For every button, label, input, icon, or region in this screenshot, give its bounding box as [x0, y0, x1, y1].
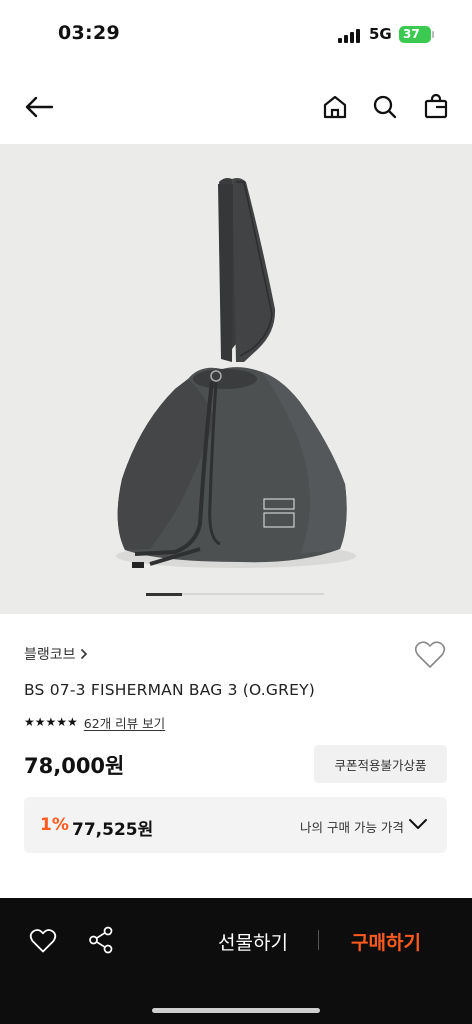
wishlist-heart-icon[interactable]	[414, 640, 446, 670]
carousel-pager-active	[146, 592, 182, 596]
brand-link[interactable]: 블랭코브	[24, 644, 88, 664]
signal-icon	[338, 28, 362, 43]
shopping-bag-icon[interactable]	[419, 90, 453, 124]
share-icon[interactable]	[88, 926, 114, 954]
product-name: BS 07-3 FISHERMAN BAG 3 (O.GREY)	[24, 681, 316, 699]
status-bar: 03:29 5G 37	[0, 0, 472, 70]
rating-row: ★★★★★ 62개 리뷰 보기	[24, 713, 165, 732]
bag-photo	[116, 178, 356, 568]
status-time: 03:29	[58, 22, 120, 44]
heart-icon[interactable]	[29, 928, 57, 954]
product-price: 78,000원	[24, 754, 125, 778]
coupon-badge: 쿠폰적용불가상품	[314, 745, 447, 783]
battery-cap	[432, 31, 434, 38]
bottom-action-bar: 선물하기 구매하기	[0, 898, 472, 1024]
buy-button[interactable]: 구매하기	[336, 926, 436, 956]
gift-button[interactable]: 선물하기	[203, 926, 303, 956]
discount-price: 77,525원	[72, 820, 154, 840]
back-arrow-icon[interactable]	[22, 90, 56, 124]
home-icon[interactable]	[318, 90, 352, 124]
divider	[318, 930, 319, 950]
chevron-right-icon	[80, 648, 87, 660]
brand-name: 블랭코브	[24, 647, 76, 663]
chevron-down-icon	[409, 819, 427, 829]
my-price-dropdown[interactable]: 1% 77,525원 나의 구매 가능 가격	[24, 797, 447, 853]
my-price-label: 나의 구매 가능 가격	[300, 820, 404, 835]
rating-stars: ★★★★★	[24, 715, 78, 729]
battery-level: 37	[403, 27, 420, 41]
network-label: 5G	[369, 25, 392, 43]
product-image-carousel[interactable]	[0, 144, 472, 614]
home-indicator[interactable]	[152, 1008, 320, 1013]
nav-bar	[0, 70, 472, 144]
review-link[interactable]: 62개 리뷰 보기	[84, 713, 165, 732]
search-icon[interactable]	[368, 90, 402, 124]
carousel-pager	[146, 592, 324, 596]
battery-icon: 37	[399, 26, 431, 43]
discount-rate: 1%	[40, 815, 69, 835]
